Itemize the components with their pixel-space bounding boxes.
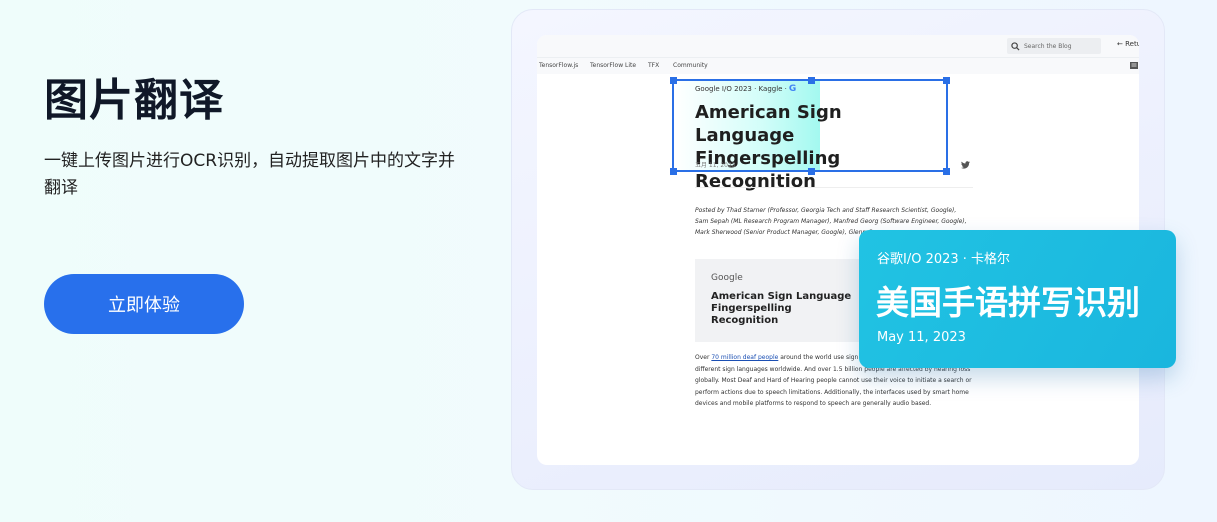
search-icon [1011, 41, 1020, 51]
selection-handle [670, 77, 677, 84]
translation-result-card: 谷歌I/O 2023 · 卡格尔 美国手语拼写识别 May 11, 2023 [859, 230, 1176, 368]
try-now-button[interactable]: 立即体验 [44, 274, 244, 334]
feature-description: 一键上传图片进行OCR识别，自动提取图片中的文字并翻译 [44, 151, 456, 198]
blog-search-box: Search the Blog [1007, 38, 1101, 54]
body-prefix: Over [695, 354, 712, 361]
deaf-people-link: 70 million deaf people [711, 354, 779, 361]
image-title-line2: Fingerspelling Recognition [711, 303, 792, 326]
menu-icon [1130, 62, 1138, 69]
image-title: American Sign Language Fingerspelling Re… [711, 291, 861, 327]
selection-handle [943, 77, 950, 84]
article-title-line1: American Sign Language [695, 102, 842, 146]
page-title: 图片翻译 [44, 75, 224, 126]
selection-handle [670, 168, 677, 175]
nav-item-tensorflow-lite: TensorFlow Lite [590, 62, 637, 69]
image-google-logo: Google [711, 273, 743, 283]
article-meta: Google I/O 2023 · Kaggle · G [695, 84, 796, 94]
return-link: ← Retu [1117, 40, 1139, 48]
blog-topbar: Search the Blog ← Retu [537, 35, 1139, 57]
nav-item-tfx: TFX [648, 62, 660, 69]
article-divider [695, 187, 973, 188]
blog-navbar: TensorFlow.js TensorFlow Lite TFX Commun… [537, 57, 1139, 74]
google-g-icon: G [788, 84, 797, 94]
article-date: 五月 11, 2023 [695, 162, 736, 169]
translated-meta: 谷歌I/O 2023 · 卡格尔 [877, 252, 1011, 267]
translated-title: 美国手语拼写识别 [876, 283, 1140, 322]
selection-handle [808, 77, 815, 84]
image-title-line1: American Sign Language [711, 291, 852, 302]
translated-date: May 11, 2023 [877, 330, 966, 345]
article-meta-text: Google I/O 2023 · Kaggle · [695, 85, 787, 93]
search-placeholder: Search the Blog [1024, 42, 1072, 50]
article-title: American Sign Language Fingerspelling Re… [695, 101, 945, 193]
twitter-icon [961, 161, 970, 169]
return-label: Retu [1125, 40, 1139, 48]
nav-item-tensorflow-js: TensorFlow.js [539, 62, 579, 69]
nav-item-community: Community [673, 62, 708, 69]
